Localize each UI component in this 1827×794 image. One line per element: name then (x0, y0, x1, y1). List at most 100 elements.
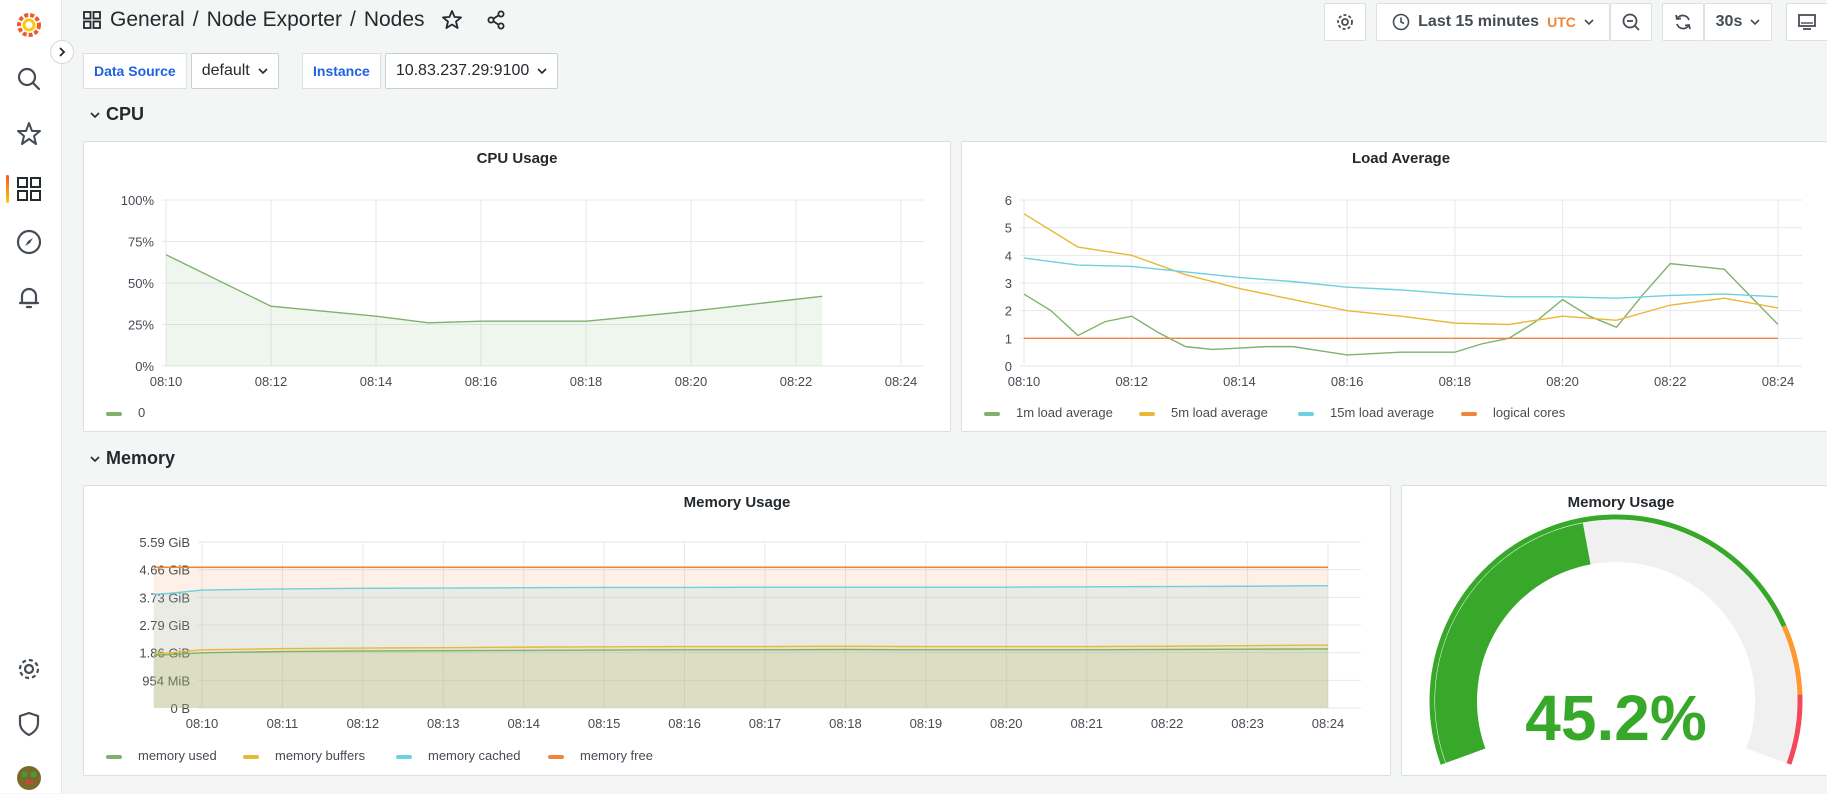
x-tick-label: 08:13 (427, 716, 460, 731)
y-tick-label: 75% (128, 235, 154, 250)
legend-label: memory used (138, 748, 217, 763)
x-tick-label: 08:24 (1312, 716, 1345, 731)
chevron-down-icon (537, 68, 547, 75)
x-tick-label: 08:22 (780, 374, 813, 389)
y-tick-label: 6 (1005, 193, 1012, 208)
server-admin-shield-icon[interactable] (13, 708, 45, 740)
y-tick-label: 0% (135, 359, 154, 374)
legend-swatch (243, 755, 259, 759)
search-icon[interactable] (13, 63, 45, 95)
x-tick-label: 08:18 (829, 716, 862, 731)
dashboard-settings-button[interactable] (1324, 3, 1366, 41)
instance-select[interactable]: 10.83.237.29:9100 (384, 53, 559, 89)
legend-label: 15m load average (1330, 405, 1434, 420)
x-tick-label: 08:16 (1331, 374, 1364, 389)
row-title: CPU (106, 104, 145, 124)
legend-label: memory cached (428, 748, 520, 763)
time-range-label: Last 15 minutes (1418, 13, 1540, 30)
datasource-select[interactable]: default (190, 53, 279, 89)
row-title: Memory (106, 448, 176, 468)
load-average-chart[interactable]: 0 1 2 3 4 5 6 08:10 08:12 08:14 08:16 08:18 08:20 08:… (962, 142, 1827, 431)
time-picker-button[interactable]: Last 15 minutes UTC (1376, 3, 1610, 41)
x-tick-label: 08:14 (507, 716, 540, 731)
variable-label: Data Source (83, 53, 187, 89)
chevron-down-icon (90, 455, 100, 462)
memory-usage-chart[interactable]: 0 B954 MiB1.86 GiB2.79 GiB3.73 GiB4.66 G… (84, 486, 1390, 775)
panel-memory-usage-graph[interactable]: Memory Usage 0 B954 MiB1.86 GiB2.79 GiB3… (83, 485, 1391, 776)
x-tick-label: 08:14 (360, 374, 393, 389)
x-tick-label: 08:12 (1115, 374, 1148, 389)
breadcrumb-separator: / (192, 8, 199, 31)
row-header-memory[interactable]: Memory (90, 448, 175, 469)
x-tick-label: 08:18 (1439, 374, 1472, 389)
breadcrumb-dashboard[interactable]: Nodes (364, 8, 425, 32)
y-tick-label: 1 (1005, 331, 1012, 346)
breadcrumb-folder[interactable]: General (110, 8, 185, 32)
configuration-gear-icon[interactable] (13, 653, 45, 685)
monitor-icon (1798, 14, 1816, 30)
gear-icon (1337, 14, 1353, 30)
dashboard-grid-icon (83, 11, 101, 29)
legend-label: 1m load average (1016, 405, 1113, 420)
dashboards-icon[interactable] (13, 173, 45, 205)
zoom-out-button[interactable] (1610, 3, 1652, 41)
starred-icon[interactable] (13, 118, 45, 150)
legend-swatch (984, 412, 1000, 416)
y-tick-label: 100% (121, 193, 155, 208)
y-tick-label: 5.59 GiB (139, 535, 190, 550)
series-line (1023, 257, 1779, 299)
row-header-cpu[interactable]: CPU (90, 104, 144, 125)
y-tick-label: 5 (1005, 221, 1012, 236)
series-area (166, 254, 823, 366)
panel-memory-usage-gauge[interactable]: Memory Usage 45.2% (1401, 485, 1827, 776)
legend-label: memory free (580, 748, 653, 763)
x-tick-label: 08:24 (1762, 374, 1795, 389)
legend-swatch (1298, 412, 1314, 416)
memory-gauge-chart[interactable]: 45.2% (1402, 486, 1827, 775)
legend-label: 0 (138, 405, 145, 420)
series-line (1023, 262, 1779, 356)
x-tick-label: 08:12 (255, 374, 288, 389)
x-tick-label: 08:18 (570, 374, 603, 389)
x-tick-label: 08:20 (990, 716, 1023, 731)
x-tick-label: 08:10 (1008, 374, 1041, 389)
refresh-interval-label: 30s (1715, 13, 1743, 30)
series-area (153, 648, 1328, 708)
x-tick-label: 08:11 (267, 716, 299, 731)
chevron-down-icon (90, 111, 100, 118)
panel-cpu-usage[interactable]: CPU Usage 0% 25% 50% 75% 100% 08:10 08:12 08:14… (83, 141, 951, 432)
y-tick-label: 4 (1005, 248, 1012, 263)
variable-datasource: Data Source default (83, 53, 279, 89)
x-tick-label: 08:15 (588, 716, 621, 731)
chevron-down-icon (1584, 19, 1594, 26)
grafana-logo-icon[interactable] (13, 9, 45, 41)
x-tick-label: 08:22 (1151, 716, 1184, 731)
y-tick-label: 50% (128, 276, 154, 291)
panel-load-average[interactable]: Load Average 0 1 2 3 4 5 6 08:10 08:12 08:14 08:16… (961, 141, 1827, 432)
share-icon[interactable] (485, 9, 507, 31)
x-tick-label: 08:19 (910, 716, 943, 731)
x-tick-label: 08:12 (347, 716, 380, 731)
explore-icon[interactable] (13, 226, 45, 258)
user-avatar[interactable] (13, 762, 45, 794)
clock-icon (1392, 13, 1410, 31)
cycle-view-mode-button[interactable] (1786, 3, 1827, 41)
y-tick-label: 25% (128, 318, 154, 333)
variable-label: Instance (302, 53, 381, 89)
legend-swatch (1461, 412, 1477, 416)
cpu-usage-chart[interactable]: 0% 25% 50% 75% 100% 08:10 08:12 08:14 08:16 08:18… (84, 142, 950, 431)
refresh-button[interactable] (1662, 3, 1704, 41)
x-tick-label: 08:16 (465, 374, 498, 389)
x-tick-label: 08:20 (675, 374, 708, 389)
breadcrumb-part[interactable]: Node Exporter (207, 8, 342, 32)
x-tick-label: 08:23 (1231, 716, 1264, 731)
chevron-down-icon (1750, 19, 1760, 26)
sidebar-expand-button[interactable] (50, 40, 74, 64)
x-tick-label: 08:20 (1546, 374, 1579, 389)
sidebar (0, 0, 62, 793)
star-icon[interactable] (441, 9, 463, 31)
refresh-interval-picker[interactable]: 30s (1704, 3, 1772, 41)
x-tick-label: 08:16 (668, 716, 701, 731)
x-tick-label: 08:22 (1654, 374, 1687, 389)
alerting-bell-icon[interactable] (13, 281, 45, 313)
